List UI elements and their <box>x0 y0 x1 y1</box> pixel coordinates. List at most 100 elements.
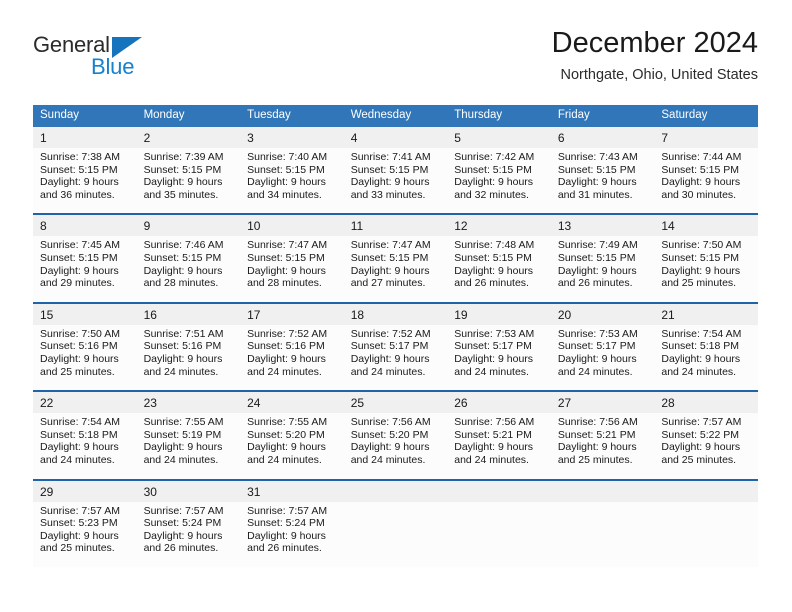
day-number[interactable]: 23 <box>136 392 241 414</box>
day-cell[interactable]: Sunrise: 7:38 AM Sunset: 5:15 PM Dayligh… <box>33 148 137 214</box>
day-number[interactable]: 17 <box>240 303 344 325</box>
day-cell[interactable]: Sunrise: 7:50 AM Sunset: 5:15 PM Dayligh… <box>654 236 758 302</box>
day-cell[interactable]: Sunrise: 7:39 AM Sunset: 5:15 PM Dayligh… <box>136 148 241 214</box>
logo-text-blue: Blue <box>91 54 135 79</box>
day-number[interactable]: 27 <box>550 392 655 414</box>
day-cell[interactable]: Sunrise: 7:46 AM Sunset: 5:15 PM Dayligh… <box>136 236 241 302</box>
calendar-table: Sunday Monday Tuesday Wednesday Thursday… <box>33 105 758 567</box>
day-number[interactable]: 13 <box>550 215 655 237</box>
day-cell[interactable]: Sunrise: 7:47 AM Sunset: 5:15 PM Dayligh… <box>240 236 344 302</box>
daylight-text-line2: and 28 minutes. <box>143 277 219 290</box>
day-number[interactable]: 16 <box>136 303 241 325</box>
sunrise-text: Sunrise: 7:53 AM <box>557 327 638 340</box>
day-number[interactable]: 28 <box>654 392 758 414</box>
day-number-empty <box>550 480 655 502</box>
day-cell[interactable]: Sunrise: 7:41 AM Sunset: 5:15 PM Dayligh… <box>343 148 448 214</box>
day-number-empty <box>447 480 551 502</box>
day-cell[interactable]: Sunrise: 7:42 AM Sunset: 5:15 PM Dayligh… <box>447 148 551 214</box>
title-block: December 2024 Northgate, Ohio, United St… <box>552 26 758 84</box>
day-cell[interactable]: Sunrise: 7:45 AM Sunset: 5:15 PM Dayligh… <box>33 236 137 302</box>
daylight-text-line2: and 24 minutes. <box>661 365 737 378</box>
day-number[interactable]: 18 <box>343 303 448 325</box>
day-cell[interactable]: Sunrise: 7:54 AM Sunset: 5:18 PM Dayligh… <box>33 413 137 479</box>
day-cell[interactable]: Sunrise: 7:56 AM Sunset: 5:21 PM Dayligh… <box>550 413 655 479</box>
day-number[interactable]: 4 <box>343 127 448 148</box>
day-cell[interactable]: Sunrise: 7:44 AM Sunset: 5:15 PM Dayligh… <box>654 148 758 214</box>
day-cell[interactable]: Sunrise: 7:57 AM Sunset: 5:24 PM Dayligh… <box>136 501 241 567</box>
day-number[interactable]: 30 <box>136 480 241 502</box>
day-cell[interactable]: Sunrise: 7:57 AM Sunset: 5:22 PM Dayligh… <box>654 413 758 479</box>
day-cell[interactable]: Sunrise: 7:55 AM Sunset: 5:19 PM Dayligh… <box>136 413 241 479</box>
sunrise-text: Sunrise: 7:57 AM <box>661 416 742 429</box>
week-date-row: 15 16 17 18 19 20 21 <box>33 303 758 325</box>
day-number[interactable]: 14 <box>654 215 758 237</box>
sunset-text: Sunset: 5:21 PM <box>454 428 532 441</box>
day-cell[interactable]: Sunrise: 7:49 AM Sunset: 5:15 PM Dayligh… <box>550 236 655 302</box>
day-cell[interactable]: Sunrise: 7:50 AM Sunset: 5:16 PM Dayligh… <box>33 324 137 391</box>
daylight-text-line2: and 27 minutes. <box>350 277 426 290</box>
day-number[interactable]: 22 <box>33 392 137 414</box>
week-info-row: Sunrise: 7:38 AM Sunset: 5:15 PM Dayligh… <box>33 148 758 214</box>
daylight-text-line1: Daylight: 9 hours <box>661 441 741 454</box>
daylight-text-line2: and 29 minutes. <box>40 277 115 290</box>
day-number[interactable]: 29 <box>33 480 137 502</box>
day-number[interactable]: 7 <box>654 127 758 148</box>
day-cell[interactable]: Sunrise: 7:55 AM Sunset: 5:20 PM Dayligh… <box>240 413 344 479</box>
calendar-page: General Blue December 2024 Northgate, Oh… <box>0 0 792 612</box>
daylight-text-line1: Daylight: 9 hours <box>454 352 534 365</box>
sunset-text: Sunset: 5:15 PM <box>557 251 636 264</box>
daylight-text-line2: and 26 minutes. <box>143 542 219 555</box>
sunset-text: Sunset: 5:16 PM <box>40 340 118 353</box>
day-cell[interactable]: Sunrise: 7:43 AM Sunset: 5:15 PM Dayligh… <box>550 148 655 214</box>
day-number[interactable]: 3 <box>240 127 344 148</box>
weekday-header-wednesday: Wednesday <box>343 105 448 127</box>
day-number[interactable]: 5 <box>447 127 551 148</box>
sunset-text: Sunset: 5:15 PM <box>40 251 118 264</box>
weekday-header-monday: Monday <box>136 105 241 127</box>
day-number[interactable]: 21 <box>654 303 758 325</box>
day-cell[interactable]: Sunrise: 7:51 AM Sunset: 5:16 PM Dayligh… <box>136 324 241 391</box>
day-number[interactable]: 24 <box>240 392 344 414</box>
day-number[interactable]: 2 <box>136 127 241 148</box>
day-number[interactable]: 11 <box>343 215 448 237</box>
day-number[interactable]: 6 <box>550 127 655 148</box>
daylight-text-line1: Daylight: 9 hours <box>143 529 223 542</box>
day-cell[interactable]: Sunrise: 7:56 AM Sunset: 5:20 PM Dayligh… <box>343 413 448 479</box>
day-cell[interactable]: Sunrise: 7:53 AM Sunset: 5:17 PM Dayligh… <box>550 324 655 391</box>
daylight-text-line2: and 30 minutes. <box>661 188 737 201</box>
day-cell[interactable]: Sunrise: 7:57 AM Sunset: 5:23 PM Dayligh… <box>33 501 137 567</box>
daylight-text-line1: Daylight: 9 hours <box>40 264 119 277</box>
day-cell[interactable]: Sunrise: 7:47 AM Sunset: 5:15 PM Dayligh… <box>343 236 448 302</box>
daylight-text-line2: and 31 minutes. <box>557 188 633 201</box>
sunset-text: Sunset: 5:19 PM <box>143 428 222 441</box>
sunrise-text: Sunrise: 7:57 AM <box>247 504 328 517</box>
day-number[interactable]: 9 <box>136 215 241 237</box>
daylight-text-line2: and 26 minutes. <box>247 542 322 555</box>
day-cell[interactable]: Sunrise: 7:53 AM Sunset: 5:17 PM Dayligh… <box>447 324 551 391</box>
day-number[interactable]: 20 <box>550 303 655 325</box>
day-number[interactable]: 26 <box>447 392 551 414</box>
day-number[interactable]: 10 <box>240 215 344 237</box>
daylight-text-line2: and 24 minutes. <box>247 453 322 466</box>
sunrise-text: Sunrise: 7:40 AM <box>247 151 328 163</box>
day-cell[interactable]: Sunrise: 7:52 AM Sunset: 5:16 PM Dayligh… <box>240 324 344 391</box>
day-number[interactable]: 8 <box>33 215 137 237</box>
day-number[interactable]: 25 <box>343 392 448 414</box>
daylight-text-line2: and 24 minutes. <box>143 365 219 378</box>
day-cell[interactable]: Sunrise: 7:48 AM Sunset: 5:15 PM Dayligh… <box>447 236 551 302</box>
day-number[interactable]: 1 <box>33 127 137 148</box>
day-number-empty <box>343 480 448 502</box>
day-cell[interactable]: Sunrise: 7:57 AM Sunset: 5:24 PM Dayligh… <box>240 501 344 567</box>
day-cell[interactable]: Sunrise: 7:40 AM Sunset: 5:15 PM Dayligh… <box>240 148 344 214</box>
sunrise-text: Sunrise: 7:55 AM <box>143 416 224 429</box>
day-number[interactable]: 12 <box>447 215 551 237</box>
page-title: December 2024 <box>551 27 758 59</box>
day-cell[interactable]: Sunrise: 7:52 AM Sunset: 5:17 PM Dayligh… <box>343 324 448 391</box>
day-cell[interactable]: Sunrise: 7:56 AM Sunset: 5:21 PM Dayligh… <box>447 413 551 479</box>
day-number[interactable]: 31 <box>240 480 344 502</box>
day-cell-empty <box>550 501 655 567</box>
sunrise-text: Sunrise: 7:41 AM <box>350 151 431 163</box>
day-number[interactable]: 15 <box>33 303 137 325</box>
day-number[interactable]: 19 <box>447 303 551 325</box>
day-cell[interactable]: Sunrise: 7:54 AM Sunset: 5:18 PM Dayligh… <box>654 324 758 391</box>
